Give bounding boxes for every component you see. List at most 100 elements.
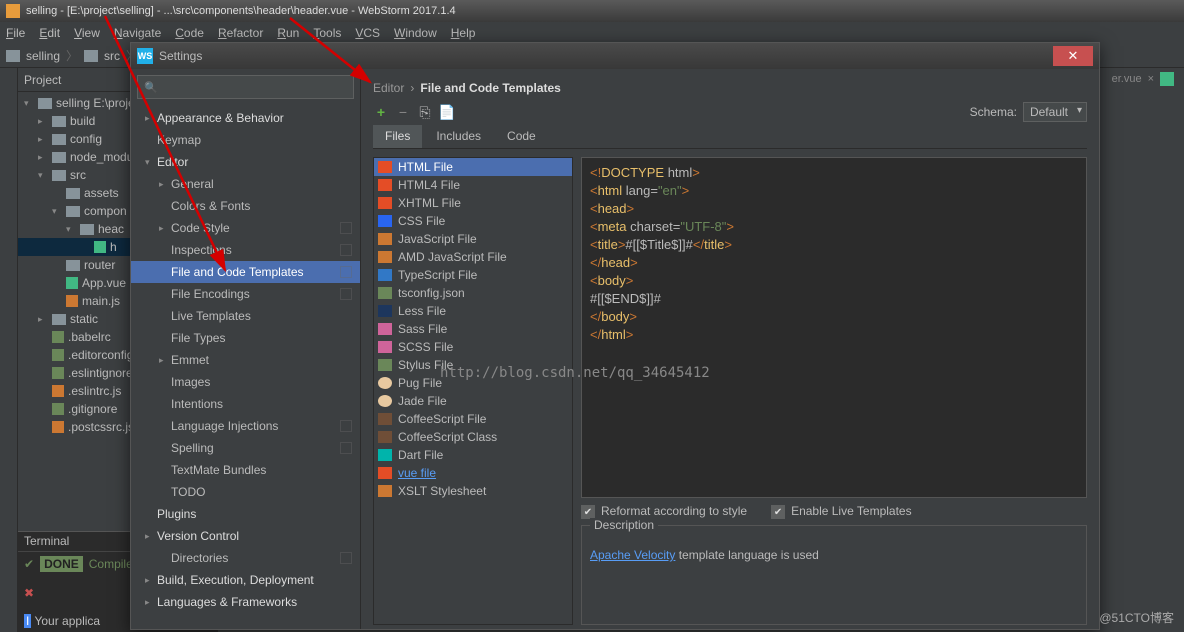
folder-icon xyxy=(66,188,80,199)
file-icon xyxy=(52,367,64,379)
file-type-icon xyxy=(378,449,392,461)
template-item[interactable]: HTML File xyxy=(374,158,572,176)
tab-code[interactable]: Code xyxy=(495,125,548,148)
file-type-icon xyxy=(378,323,392,335)
settings-dialog-title: Settings xyxy=(159,49,202,63)
description-box: Description Apache Velocity template lan… xyxy=(581,525,1087,625)
settings-nav-item[interactable]: Language Injections xyxy=(131,415,360,437)
copy-icon[interactable]: ⎘ xyxy=(417,104,433,120)
editor-tab[interactable]: er.vue × xyxy=(1112,72,1174,86)
template-item[interactable]: TypeScript File xyxy=(374,266,572,284)
live-templates-checkbox[interactable]: ✔Enable Live Templates xyxy=(771,504,912,520)
description-label: Description xyxy=(590,518,658,532)
template-item[interactable]: CSS File xyxy=(374,212,572,230)
main-menubar[interactable]: File Edit View Navigate Code Refactor Run Tools… xyxy=(0,22,1184,44)
tool-strip-left[interactable] xyxy=(0,68,18,632)
schema-dropdown[interactable]: Default xyxy=(1023,102,1087,122)
template-item[interactable]: HTML4 File xyxy=(374,176,572,194)
template-item[interactable]: JavaScript File xyxy=(374,230,572,248)
settings-nav-item[interactable]: Directories xyxy=(131,547,360,569)
menu-run[interactable]: Run xyxy=(277,26,299,40)
template-item[interactable]: Dart File xyxy=(374,446,572,464)
tab-files[interactable]: Files xyxy=(373,125,422,148)
file-type-icon xyxy=(378,197,392,209)
settings-nav-item[interactable]: Intentions xyxy=(131,393,360,415)
file-icon xyxy=(52,331,64,343)
velocity-link[interactable]: Apache Velocity xyxy=(590,548,675,562)
file-type-icon xyxy=(378,359,392,371)
template-item[interactable]: AMD JavaScript File xyxy=(374,248,572,266)
settings-nav-item[interactable]: ▸General xyxy=(131,173,360,195)
settings-nav-item[interactable]: ▸Emmet xyxy=(131,349,360,371)
settings-nav-item[interactable]: ▸Version Control xyxy=(131,525,360,547)
settings-nav-item[interactable]: TextMate Bundles xyxy=(131,459,360,481)
cursor: I xyxy=(24,614,31,628)
breadcrumb-item[interactable]: selling xyxy=(26,49,60,63)
settings-nav-item[interactable]: ▸Build, Execution, Deployment xyxy=(131,569,360,591)
settings-nav-item[interactable]: Plugins xyxy=(131,503,360,525)
template-item[interactable]: SCSS File xyxy=(374,338,572,356)
menu-code[interactable]: Code xyxy=(175,26,204,40)
settings-nav-item[interactable]: Colors & Fonts xyxy=(131,195,360,217)
menu-vcs[interactable]: VCS xyxy=(355,26,380,40)
menu-window[interactable]: Window xyxy=(394,26,437,40)
settings-nav-item[interactable]: TODO xyxy=(131,481,360,503)
template-list[interactable]: HTML FileHTML4 FileXHTML FileCSS FileJav… xyxy=(373,157,573,625)
folder-icon xyxy=(52,314,66,325)
settings-nav-item[interactable]: ▸Appearance & Behavior xyxy=(131,107,360,129)
settings-nav-item[interactable]: File Types xyxy=(131,327,360,349)
done-badge: DONE xyxy=(40,556,83,572)
close-button[interactable]: ✕ xyxy=(1053,46,1093,66)
template-item[interactable]: tsconfig.json xyxy=(374,284,572,302)
template-item[interactable]: CoffeeScript File xyxy=(374,410,572,428)
settings-dialog-titlebar[interactable]: WS Settings ✕ xyxy=(131,43,1099,69)
settings-nav-item[interactable]: ▸Code Style xyxy=(131,217,360,239)
menu-navigate[interactable]: Navigate xyxy=(114,26,161,40)
settings-nav-item[interactable]: Inspections xyxy=(131,239,360,261)
settings-nav-item[interactable]: File and Code Templates xyxy=(131,261,360,283)
file-type-icon xyxy=(378,431,392,443)
menu-help[interactable]: Help xyxy=(451,26,476,40)
template-item[interactable]: vue file xyxy=(374,464,572,482)
settings-nav-item[interactable]: ▸Languages & Frameworks xyxy=(131,591,360,613)
folder-icon xyxy=(66,206,80,217)
close-icon[interactable]: × xyxy=(1148,73,1154,85)
paste-icon[interactable]: 📄 xyxy=(439,104,455,120)
project-scope-icon xyxy=(340,266,352,278)
template-tabs[interactable]: FilesIncludesCode xyxy=(373,125,1087,149)
menu-view[interactable]: View xyxy=(74,26,100,40)
template-item[interactable]: XSLT Stylesheet xyxy=(374,482,572,500)
template-item[interactable]: Jade File xyxy=(374,392,572,410)
tab-includes[interactable]: Includes xyxy=(424,125,493,148)
reformat-checkbox[interactable]: ✔Reformat according to style xyxy=(581,504,747,520)
template-item[interactable]: Less File xyxy=(374,302,572,320)
menu-tools[interactable]: Tools xyxy=(313,26,341,40)
menu-refactor[interactable]: Refactor xyxy=(218,26,263,40)
template-item[interactable]: CoffeeScript Class xyxy=(374,428,572,446)
webstorm-icon: WS xyxy=(137,48,153,64)
template-item[interactable]: XHTML File xyxy=(374,194,572,212)
settings-nav-item[interactable]: Spelling xyxy=(131,437,360,459)
settings-content: Editor › File and Code Templates + − ⎘ 📄… xyxy=(361,69,1099,629)
js-icon xyxy=(52,385,64,397)
template-code-editor[interactable]: <!DOCTYPE html><html lang="en"><head> <m… xyxy=(581,157,1087,498)
add-icon[interactable]: + xyxy=(373,104,389,120)
settings-nav-tree[interactable]: ▸Appearance & BehaviorKeymap▾Editor▸Gene… xyxy=(131,69,361,629)
remove-icon[interactable]: − xyxy=(395,104,411,120)
menu-edit[interactable]: Edit xyxy=(39,26,60,40)
project-scope-icon xyxy=(340,420,352,432)
menu-file[interactable]: File xyxy=(6,26,25,40)
settings-nav-item[interactable]: Images xyxy=(131,371,360,393)
settings-nav-item[interactable]: Keymap xyxy=(131,129,360,151)
settings-nav-item[interactable]: Live Templates xyxy=(131,305,360,327)
settings-nav-item[interactable]: ▾Editor xyxy=(131,151,360,173)
file-type-icon xyxy=(378,251,392,263)
file-type-icon xyxy=(378,287,392,299)
file-type-icon xyxy=(378,233,392,245)
js-icon xyxy=(52,421,64,433)
settings-nav-item[interactable]: File Encodings xyxy=(131,283,360,305)
file-type-icon xyxy=(378,395,392,407)
search-input[interactable] xyxy=(137,75,354,99)
breadcrumb-item[interactable]: src xyxy=(104,49,120,63)
template-item[interactable]: Sass File xyxy=(374,320,572,338)
